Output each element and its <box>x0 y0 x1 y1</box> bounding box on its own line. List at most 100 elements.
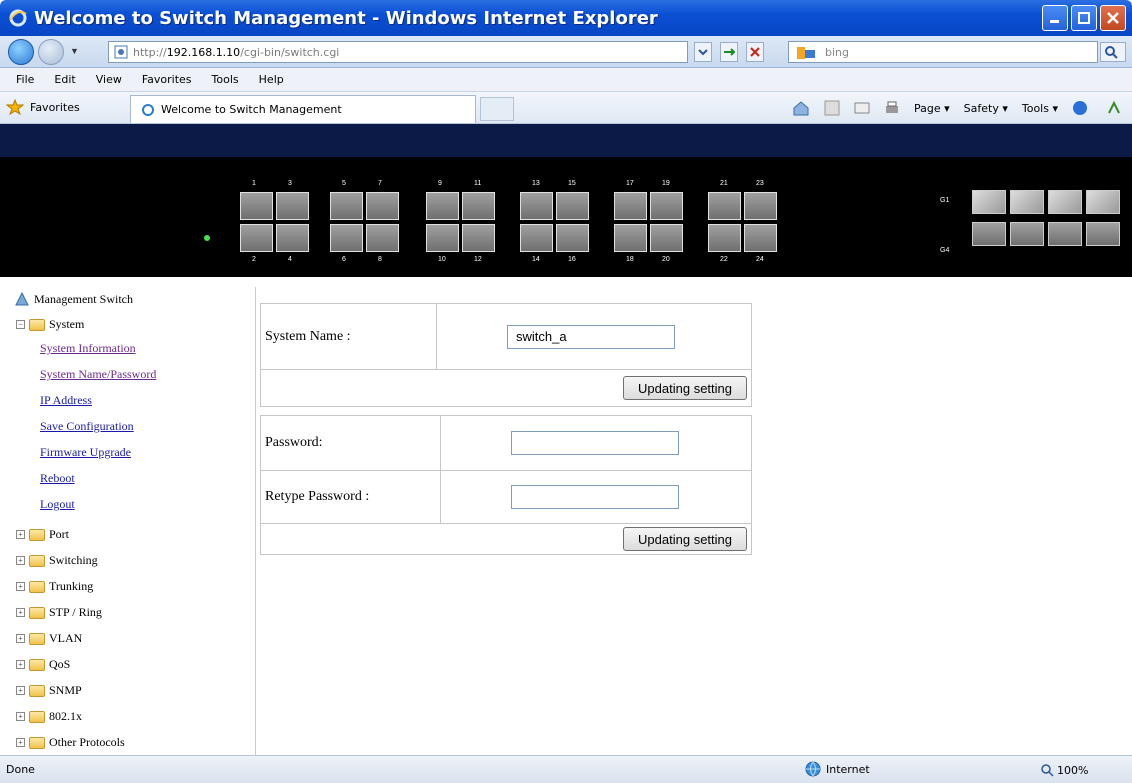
tree-folder[interactable]: + QoS <box>16 657 70 672</box>
address-dropdown-button[interactable] <box>694 42 712 62</box>
tree-root[interactable]: Management Switch <box>14 291 133 307</box>
safety-menu[interactable]: Safety ▾ <box>964 102 1008 115</box>
home-icon[interactable] <box>792 100 810 116</box>
stop-button[interactable] <box>746 42 764 62</box>
rj45-port <box>240 192 273 220</box>
favorites-button[interactable]: Favorites <box>6 99 80 115</box>
tree-folder-system[interactable]: − System <box>16 317 84 332</box>
sidebar-link[interactable]: Logout <box>40 497 75 512</box>
sidebar-link[interactable]: System Name/Password <box>40 367 156 382</box>
rj45-port <box>614 224 647 252</box>
menu-help[interactable]: Help <box>259 73 284 86</box>
sidebar-link[interactable]: Reboot <box>40 471 75 486</box>
status-bar: Done Internet 100% <box>0 755 1132 783</box>
menu-tools[interactable]: Tools <box>212 73 239 86</box>
sidebar-link[interactable]: System Information <box>40 341 136 356</box>
mail-icon[interactable] <box>854 100 870 116</box>
port-number-label: 7 <box>378 180 382 187</box>
password-input[interactable] <box>511 431 679 456</box>
sidebar-link-label[interactable]: Logout <box>40 497 75 512</box>
search-placeholder: bing <box>825 45 849 59</box>
folder-icon <box>29 528 45 541</box>
menu-favorites[interactable]: Favorites <box>142 73 192 86</box>
new-tab-button[interactable] <box>480 97 514 121</box>
tree-folder[interactable]: + Switching <box>16 553 98 568</box>
expand-icon[interactable]: + <box>16 738 25 747</box>
research-icon[interactable] <box>1106 100 1122 116</box>
switch-icon <box>15 291 29 306</box>
help-icon[interactable] <box>1072 100 1092 116</box>
sidebar-link[interactable]: IP Address <box>40 393 92 408</box>
expand-icon[interactable]: + <box>16 712 25 721</box>
tree-folder[interactable]: +802.1x <box>16 709 82 724</box>
favorites-label: Favorites <box>30 100 80 114</box>
tree-folder[interactable]: + STP / Ring <box>16 605 102 620</box>
expand-icon[interactable]: + <box>16 608 25 617</box>
expand-icon[interactable]: + <box>16 634 25 643</box>
page-menu[interactable]: Page ▾ <box>914 102 950 115</box>
forward-button[interactable] <box>38 39 64 65</box>
collapse-icon[interactable]: − <box>16 320 25 329</box>
update-password-button[interactable]: Updating setting <box>623 527 747 552</box>
port-number-label: 19 <box>662 180 670 187</box>
tree-folder[interactable]: + Trunking <box>16 579 93 594</box>
tools-menu[interactable]: Tools ▾ <box>1022 102 1058 115</box>
rj45-port <box>520 224 553 252</box>
window-title: Welcome to Switch Management - Windows I… <box>34 7 658 29</box>
port-number-label: 3 <box>288 180 292 187</box>
print-icon[interactable] <box>884 100 900 116</box>
expand-icon[interactable]: + <box>16 686 25 695</box>
uplink-port <box>1048 222 1082 246</box>
security-zone[interactable]: Internet <box>805 761 870 777</box>
retype-password-input[interactable] <box>511 485 679 510</box>
rj45-port <box>276 224 309 252</box>
folder-label: Other Protocols <box>49 735 125 749</box>
maximize-button[interactable] <box>1071 5 1097 31</box>
sfp-slot <box>1010 190 1044 214</box>
main-content: System Name : Updating setting Password:… <box>256 287 1132 755</box>
url-prefix: http:// <box>133 45 167 59</box>
sidebar-link[interactable]: Firmware Upgrade <box>40 445 131 460</box>
sidebar-link-label[interactable]: Save Configuration <box>40 419 134 434</box>
search-button[interactable] <box>1100 42 1126 62</box>
system-name-input[interactable] <box>507 324 675 349</box>
minimize-button[interactable] <box>1042 5 1068 31</box>
update-system-name-button[interactable]: Updating setting <box>623 376 747 401</box>
menu-file[interactable]: File <box>16 73 34 86</box>
sidebar-link-label[interactable]: Reboot <box>40 471 75 486</box>
expand-icon[interactable]: + <box>16 530 25 539</box>
port-number-label: 13 <box>532 180 540 187</box>
close-button[interactable] <box>1100 5 1126 31</box>
rj45-port <box>330 224 363 252</box>
history-dropdown-icon[interactable]: ▼ <box>70 46 79 56</box>
feeds-icon[interactable] <box>824 100 840 116</box>
rj45-port <box>240 224 273 252</box>
refresh-button[interactable] <box>720 42 738 62</box>
folder-icon <box>29 658 45 671</box>
sidebar-link-label[interactable]: Firmware Upgrade <box>40 445 131 460</box>
tree-folder[interactable]: + Port <box>16 527 69 542</box>
menu-edit[interactable]: Edit <box>54 73 75 86</box>
menu-view[interactable]: View <box>96 73 122 86</box>
sidebar-link-label[interactable]: System Name/Password <box>40 367 156 382</box>
tree-folder[interactable]: + VLAN <box>16 631 82 646</box>
expand-icon[interactable]: + <box>16 556 25 565</box>
sidebar-link[interactable]: Save Configuration <box>40 419 134 434</box>
tree-folder[interactable]: + SNMP <box>16 683 82 698</box>
uplink-label: G4 <box>940 247 950 254</box>
folder-label: Switching <box>49 553 98 567</box>
port-number-label: 10 <box>438 256 446 263</box>
search-input[interactable]: bing <box>788 41 1098 63</box>
browser-tab[interactable]: Welcome to Switch Management <box>130 95 476 123</box>
zoom-control[interactable]: 100% <box>1040 763 1088 777</box>
expand-icon[interactable]: + <box>16 660 25 669</box>
back-button[interactable] <box>8 39 34 65</box>
address-input[interactable]: http://192.168.1.10/cgi-bin/switch.cgi <box>108 41 688 63</box>
expand-icon[interactable]: + <box>16 582 25 591</box>
folder-label: Port <box>49 527 70 541</box>
folder-label: QoS <box>49 657 71 671</box>
sidebar-link-label[interactable]: IP Address <box>40 393 92 408</box>
rj45-port <box>520 192 553 220</box>
tree-folder[interactable]: + Other Protocols <box>16 735 125 750</box>
sidebar-link-label[interactable]: System Information <box>40 341 136 356</box>
